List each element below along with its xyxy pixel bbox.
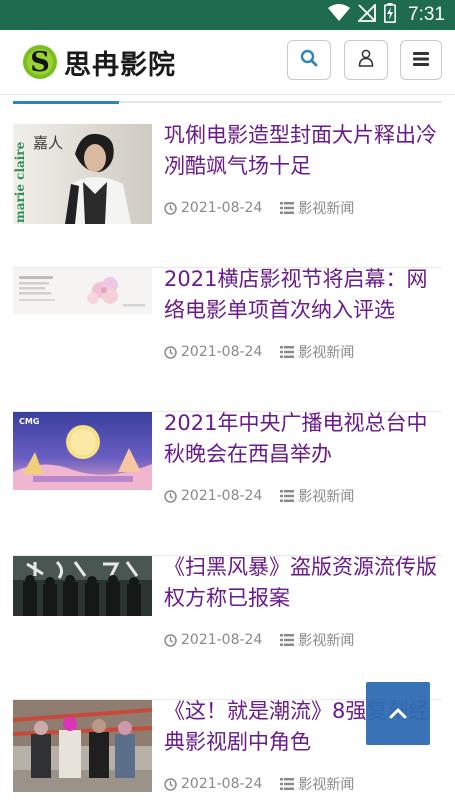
clock-icon [164, 489, 177, 503]
no-signal-icon [356, 2, 376, 26]
article-thumbnail[interactable]: CMG [13, 412, 152, 490]
article-thumbnail[interactable] [13, 556, 152, 616]
search-button[interactable] [287, 40, 331, 80]
clock-icon [164, 345, 177, 359]
article-meta: 2021-08-24 影视新闻 [164, 198, 354, 218]
article-title[interactable]: 2021横店影视节将启幕：网络电影单项首次纳入评选 [164, 264, 442, 326]
user-button[interactable] [344, 40, 388, 80]
clock-icon [164, 633, 177, 647]
clock-icon [164, 777, 177, 791]
article-meta: 2021-08-24 影视新闻 [164, 486, 354, 506]
list-icon [280, 778, 295, 790]
article-meta: 2021-08-24 影视新闻 [164, 342, 354, 362]
chevron-up-icon [389, 704, 407, 723]
menu-button[interactable] [400, 40, 442, 80]
list-icon [280, 634, 295, 646]
article-thumbnail[interactable]: marie claire 嘉人 [13, 124, 152, 224]
article-date: 2021-08-24 [181, 488, 263, 504]
article-item[interactable]: marie claire 嘉人 巩俐电影造型封面大片释出冷冽酷飒气场十足 202… [13, 123, 442, 268]
clock-icon [164, 201, 177, 215]
svg-text:CMG: CMG [19, 417, 39, 426]
article-category[interactable]: 影视新闻 [298, 198, 354, 218]
article-category[interactable]: 影视新闻 [298, 774, 354, 794]
article-thumbnail[interactable] [13, 700, 152, 792]
site-header: S 思冉影院 [0, 30, 455, 95]
article-item[interactable]: 2021横店影视节将启幕：网络电影单项首次纳入评选 2021-08-24 影视新… [13, 267, 442, 412]
article-title[interactable]: 《扫黑风暴》盗版资源流传版权方称已报案 [164, 552, 442, 614]
list-icon [280, 490, 295, 502]
status-bar: 7:31 [0, 0, 455, 30]
site-logo[interactable]: S 思冉影院 [22, 42, 176, 82]
user-icon [358, 49, 374, 71]
list-icon [280, 202, 295, 214]
article-date: 2021-08-24 [181, 200, 263, 216]
svg-text:marie claire: marie claire [13, 141, 27, 223]
back-to-top-button[interactable] [366, 682, 430, 745]
menu-icon [413, 51, 429, 70]
article-date: 2021-08-24 [181, 776, 263, 792]
tab-active-indicator [13, 101, 119, 104]
article-item[interactable]: CMG 2021年中央广播电视总台中秋晚会在西昌举办 2021-08-24 影视… [13, 411, 442, 556]
list-icon [280, 346, 295, 358]
article-category[interactable]: 影视新闻 [298, 630, 354, 650]
status-time: 7:31 [408, 4, 445, 25]
article-meta: 2021-08-24 影视新闻 [164, 774, 354, 794]
article-title[interactable]: 2021年中央广播电视总台中秋晚会在西昌举办 [164, 408, 442, 470]
article-date: 2021-08-24 [181, 632, 263, 648]
article-item[interactable]: 《扫黑风暴》盗版资源流传版权方称已报案 2021-08-24 影视新闻 [13, 555, 442, 700]
battery-charging-icon [384, 3, 397, 27]
article-title[interactable]: 巩俐电影造型封面大片释出冷冽酷飒气场十足 [164, 120, 442, 182]
article-category[interactable]: 影视新闻 [298, 486, 354, 506]
logo-mark: S [22, 44, 58, 80]
wifi-icon [328, 4, 351, 26]
svg-text:S: S [30, 47, 50, 78]
article-category[interactable]: 影视新闻 [298, 342, 354, 362]
svg-text:嘉人: 嘉人 [33, 134, 63, 152]
site-name: 思冉影院 [64, 49, 176, 81]
article-meta: 2021-08-24 影视新闻 [164, 630, 354, 650]
article-date: 2021-08-24 [181, 344, 263, 360]
search-icon [300, 49, 318, 71]
article-thumbnail[interactable] [13, 268, 152, 314]
